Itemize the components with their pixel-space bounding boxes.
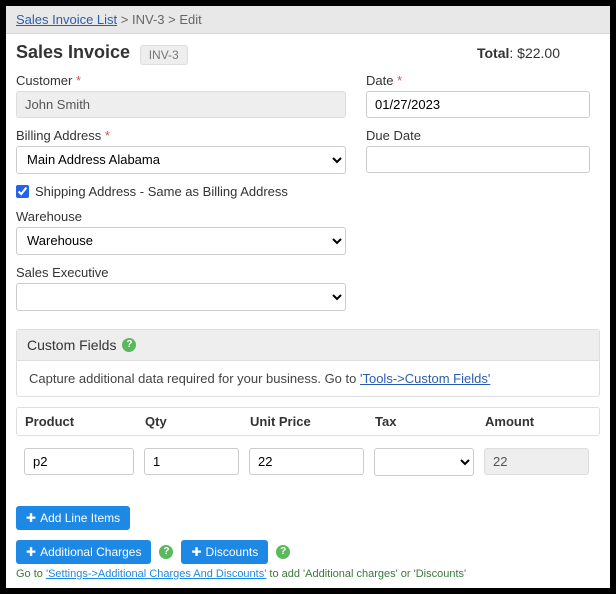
custom-fields-link[interactable]: 'Tools->Custom Fields' <box>360 371 490 386</box>
line-tax-select[interactable] <box>374 448 474 476</box>
app-frame: Sales Invoice List > INV-3 > Edit Sales … <box>6 6 610 588</box>
breadcrumb-leaf: Edit <box>179 12 201 27</box>
billing-field: Billing Address * Main Address Alabama <box>16 128 346 174</box>
shipping-same-label: Shipping Address - Same as Billing Addre… <box>35 184 288 199</box>
date-input[interactable] <box>366 91 590 118</box>
billing-label-text: Billing Address <box>16 128 101 143</box>
sales-exec-field: Sales Executive <box>16 265 346 311</box>
date-label: Date * <box>366 73 590 88</box>
warehouse-label: Warehouse <box>16 209 346 224</box>
header-unit-price: Unit Price <box>250 414 365 429</box>
hint-prefix: Go to <box>16 568 46 580</box>
required-mark: * <box>105 128 110 143</box>
line-amount-value: 22 <box>484 448 589 475</box>
sales-exec-select[interactable] <box>16 283 346 311</box>
breadcrumb-sep: > <box>121 12 132 27</box>
due-date-field: Due Date <box>366 128 590 173</box>
form-columns: Customer * John Smith Billing Address * … <box>16 73 600 321</box>
breadcrumb-sep: > <box>168 12 179 27</box>
breadcrumb-root-link[interactable]: Sales Invoice List <box>16 12 117 27</box>
total-display: Total: $22.00 <box>477 45 560 61</box>
page-title: Sales Invoice <box>16 42 130 62</box>
billing-select[interactable]: Main Address Alabama <box>16 146 346 174</box>
left-column: Customer * John Smith Billing Address * … <box>16 73 346 321</box>
header-product: Product <box>25 414 135 429</box>
line-product-input[interactable] <box>24 448 134 475</box>
custom-fields-text: Capture additional data required for you… <box>29 371 360 386</box>
discounts-label: Discounts <box>206 545 259 559</box>
info-icon[interactable]: ? <box>159 545 173 559</box>
header-tax: Tax <box>375 414 475 429</box>
date-field: Date * <box>366 73 590 118</box>
plus-icon: ✚ <box>26 511 36 525</box>
custom-fields-body: Capture additional data required for you… <box>17 361 599 396</box>
charges-discounts-row: ✚ Additional Charges ? ✚ Discounts ? <box>16 540 600 564</box>
warehouse-select[interactable]: Warehouse <box>16 227 346 255</box>
title-row: Sales Invoice INV-3 Total: $22.00 <box>16 42 600 65</box>
add-line-row: ✚ Add Line Items <box>16 506 600 530</box>
charges-hint: Go to 'Settings->Additional Charges And … <box>16 568 600 580</box>
plus-icon: ✚ <box>191 545 201 559</box>
header-amount: Amount <box>485 414 590 429</box>
sales-exec-label: Sales Executive <box>16 265 346 280</box>
required-mark: * <box>397 73 402 88</box>
billing-label: Billing Address * <box>16 128 346 143</box>
required-mark: * <box>76 73 81 88</box>
main-content: Sales Invoice INV-3 Total: $22.00 Custom… <box>6 34 610 588</box>
customer-value[interactable]: John Smith <box>16 91 346 118</box>
total-colon: : <box>509 45 517 61</box>
total-value: $22.00 <box>517 45 560 61</box>
breadcrumb-item: INV-3 <box>132 12 165 27</box>
breadcrumb: Sales Invoice List > INV-3 > Edit <box>6 6 610 34</box>
total-label: Total <box>477 45 509 61</box>
custom-fields-header: Custom Fields ? <box>17 330 599 361</box>
customer-field: Customer * John Smith <box>16 73 346 118</box>
due-date-input[interactable] <box>366 146 590 173</box>
header-qty: Qty <box>145 414 240 429</box>
line-item-row: 22 <box>16 442 600 482</box>
right-column: Date * Due Date <box>366 73 600 321</box>
custom-fields-title: Custom Fields <box>27 337 116 353</box>
shipping-same-row: Shipping Address - Same as Billing Addre… <box>16 184 346 199</box>
due-date-label: Due Date <box>366 128 590 143</box>
line-price-input[interactable] <box>249 448 364 475</box>
plus-icon: ✚ <box>26 545 36 559</box>
hint-suffix: to add 'Additional charges' or 'Discount… <box>266 568 466 580</box>
additional-charges-label: Additional Charges <box>40 545 141 559</box>
date-label-text: Date <box>366 73 393 88</box>
additional-charges-button[interactable]: ✚ Additional Charges <box>16 540 151 564</box>
line-items-header: Product Qty Unit Price Tax Amount <box>16 407 600 436</box>
add-line-label: Add Line Items <box>40 511 120 525</box>
warehouse-field: Warehouse Warehouse <box>16 209 346 255</box>
custom-fields-section: Custom Fields ? Capture additional data … <box>16 329 600 397</box>
invoice-badge: INV-3 <box>140 45 188 65</box>
customer-label: Customer * <box>16 73 346 88</box>
info-icon[interactable]: ? <box>276 545 290 559</box>
add-line-items-button[interactable]: ✚ Add Line Items <box>16 506 130 530</box>
info-icon[interactable]: ? <box>122 338 136 352</box>
title-group: Sales Invoice INV-3 <box>16 42 188 65</box>
customer-label-text: Customer <box>16 73 72 88</box>
hint-link[interactable]: 'Settings->Additional Charges And Discou… <box>46 568 266 580</box>
discounts-button[interactable]: ✚ Discounts <box>181 540 268 564</box>
line-qty-input[interactable] <box>144 448 239 475</box>
shipping-same-checkbox[interactable] <box>16 185 29 198</box>
